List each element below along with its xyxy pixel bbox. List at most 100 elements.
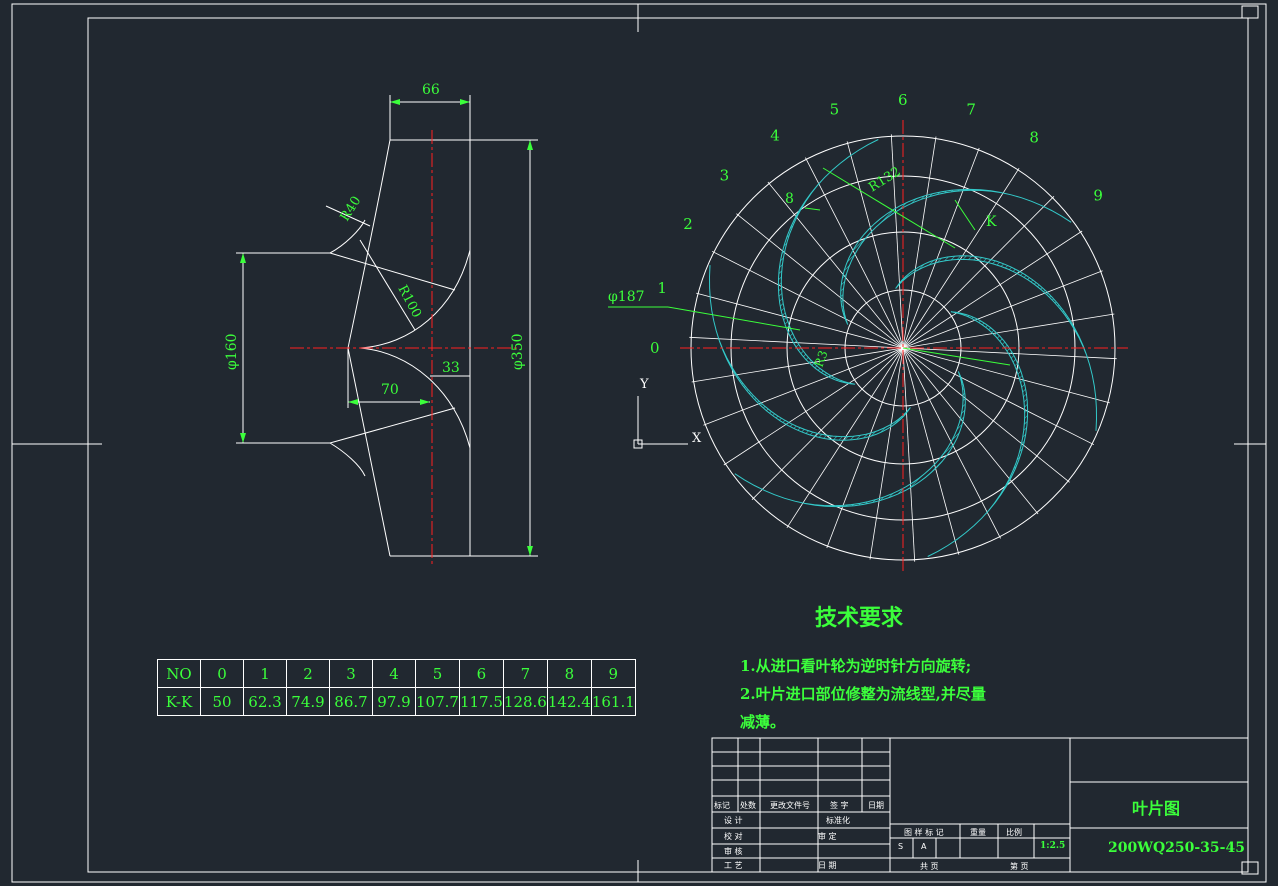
plan-radial-line [869,347,904,560]
kk-header-cell: 9 [590,659,636,688]
tb-date-field-label: 日 期 [818,861,837,870]
radial-label: 6 [898,91,908,109]
kk-row-label: K-K [157,687,201,716]
dim-70-label: 70 [381,382,399,398]
ucs-icon [633,396,688,449]
radial-label: 7 [966,101,976,119]
plan-radial-line [736,213,904,349]
section-dimension-arrows [240,99,533,556]
tb-sheet-no: 第 页 [1010,862,1029,871]
tb-weight-label: 重量 [970,828,986,837]
plan-leaders [608,167,1011,366]
tb-process-label: 工 艺 [724,861,743,870]
kk-header-row: NO 0 1 2 3 4 5 6 7 8 9 [157,659,636,688]
tb-stage-mark-label: 图 样 标 记 [904,828,944,837]
plan-radial-line [902,136,937,349]
impeller-blade [708,265,911,441]
plan-radial-line [902,196,1055,349]
tech-requirements-title: 技术要求 [815,605,904,631]
radial-label: 5 [830,101,840,119]
radial-label: 1 [657,279,667,297]
plan-radial-line [902,347,1095,446]
tb-design-label: 设 计 [724,816,743,825]
drawing-code: 200WQ250-35-45 [1108,840,1245,856]
dim-r132-label: R132 [866,164,903,195]
radial-label: 2 [683,215,693,233]
kk-header-cell: 7 [502,659,548,688]
dim-r100-label: R100 [394,283,423,321]
impeller-blade [895,255,1098,431]
plan-radial-line [902,313,1115,349]
kk-value-cell: 74.9 [286,687,330,716]
kk-header-cell: 1 [243,659,287,688]
tb-change-doc-label: 更改文件号 [770,801,810,810]
ucs-x-label: X [692,431,702,446]
tb-count-label: 处数 [740,801,756,810]
dim-phi187-label: φ187 [608,289,645,305]
kk-value-cell: 128.6 [502,687,548,716]
tech-requirement-line-3: 减薄。 [740,713,786,731]
tb-check-label: 校 对 [724,832,743,841]
tech-requirement-line-2: 2.叶片进口部位修整为流线型,并尽量 [740,685,986,703]
tb-mark-label: 标记 [714,801,730,810]
kk-value-row: K-K 50 62.3 74.9 86.7 97.9 107.7 117.5 128.6 142.… [157,687,636,716]
kk-header-cell: 3 [329,659,373,688]
tb-stage-s: S [898,842,904,851]
kk-header-cell: 4 [372,659,416,688]
kk-header-cell: 2 [286,659,330,688]
dim-phi350-label: φ350 [510,333,526,370]
radial-label: 4 [770,126,780,144]
kk-value-cell: 142.4 [546,687,592,716]
tb-scale-label: 比例 [1006,828,1022,837]
section-centerlines [290,130,520,566]
plan-radial-line [696,292,904,349]
kk-header-cell: 5 [415,659,460,688]
section-mark-k: K [986,214,997,230]
kk-header-cell: 6 [458,659,504,688]
plan-radial-line [902,347,960,555]
kk-value-cell: 117.5 [458,687,504,716]
plan-radial-line [711,250,904,349]
dim-r3-label: R3 [812,349,831,369]
tb-sign-label: 签 字 [830,801,849,810]
impeller-blade [777,139,879,385]
dim-33-label: 33 [442,360,460,376]
tech-requirement-line-1: 1.从进口看叶轮为逆时针方向旋转; [740,657,972,675]
tb-total-sheets: 共 页 [920,862,939,871]
plan-radial-line [902,347,1070,483]
plan-radial-line [691,347,904,383]
kk-value-cell: 161.1 [590,687,636,716]
ucs-y-label: Y [639,377,649,392]
impeller-blade [927,311,1029,557]
radial-label: 0 [650,339,660,357]
dim-8-label: 8 [785,191,794,207]
kk-header-cell: 0 [200,659,244,688]
drawing-name: 叶片图 [1132,799,1181,818]
kk-header-cell: NO [157,659,201,688]
dim-width-label: 66 [422,82,440,98]
kk-section-table: NO 0 1 2 3 4 5 6 7 8 9 K-K 50 62.3 74.9 86.7 97.9 107.7 1… [157,659,636,716]
tb-standardize-label: 标准化 [826,816,850,825]
kk-value-cell: 62.3 [243,687,287,716]
section-view [236,95,538,557]
tb-review-label: 审 定 [818,832,837,841]
kk-value-cell: 107.7 [415,687,460,716]
radial-label: 9 [1093,186,1103,204]
tb-scale-value: 1:2.5 [1040,841,1066,851]
dim-r40-label: R40 [338,194,365,224]
kk-value-cell: 86.7 [329,687,373,716]
tb-date-label: 日期 [868,801,884,810]
kk-value-cell: 97.9 [372,687,416,716]
tb-audit-label: 审 核 [724,847,743,856]
sheet-frame [11,3,1267,883]
dim-phi160-label: φ160 [224,333,240,370]
kk-value-cell: 50 [200,687,244,716]
plan-radial-line [751,347,904,500]
kk-header-cell: 8 [546,659,592,688]
plan-radial-line [902,347,1110,404]
radial-label: 3 [720,167,730,185]
frame-corner-marks [1241,5,1259,875]
plan-radial-line [902,347,916,562]
tb-stage-a: A [921,842,927,851]
cad-drawing: 66 R40 R100 φ160 φ350 70 33 Y X φ187 R13… [11,3,1267,883]
